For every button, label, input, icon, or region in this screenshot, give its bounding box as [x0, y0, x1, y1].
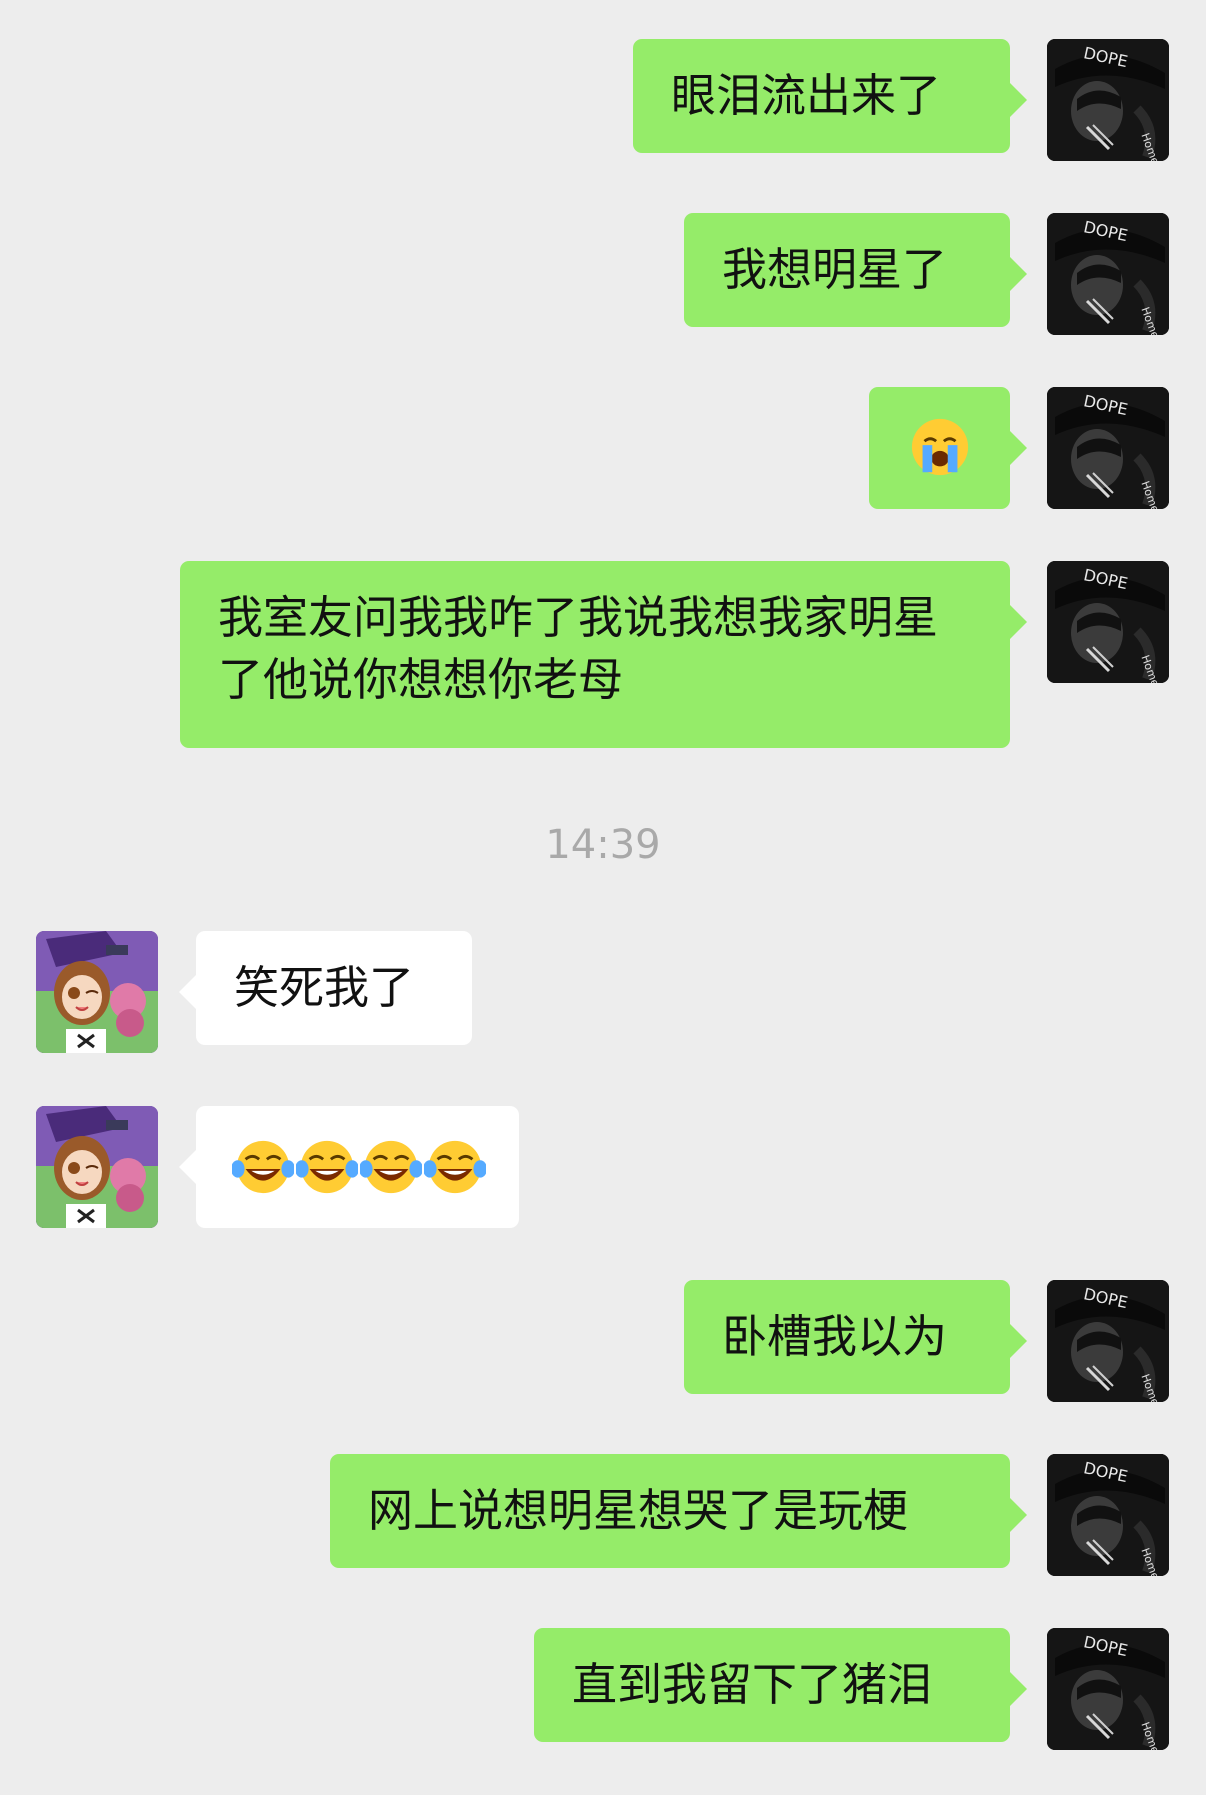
message-bubble-sent[interactable]: 网上说想明星想哭了是玩梗	[330, 1454, 1027, 1568]
tears-of-joy-icon	[232, 1136, 294, 1198]
message-text: 网上说想明星想哭了是玩梗	[368, 1484, 909, 1537]
timestamp: 14:39	[545, 822, 661, 868]
message-text: 直到我留下了猪泪	[572, 1658, 933, 1711]
avatar-image	[36, 931, 158, 1053]
loudly-crying-face-icon	[909, 416, 971, 478]
tears-of-joy-icon	[424, 1136, 486, 1198]
avatar-self[interactable]	[1047, 213, 1169, 335]
emoji-row	[232, 1136, 519, 1198]
message-bubble-sent[interactable]: 我室友问我我咋了我说我想我家明星了他说你想想你老母	[180, 561, 1027, 748]
message-text: 我想明星了	[722, 243, 948, 296]
avatar-image	[1047, 39, 1169, 161]
avatar-contact[interactable]	[36, 931, 158, 1053]
message-text: 卧槽我以为	[722, 1310, 948, 1363]
message-text: 我室友问我我咋了我说我想我家明星了他说你想想你老母	[218, 591, 939, 706]
avatar-image	[1047, 561, 1169, 683]
avatar-image	[1047, 1454, 1169, 1576]
avatar-self[interactable]	[1047, 1628, 1169, 1750]
avatar-image	[36, 1106, 158, 1228]
message-bubble-sent[interactable]: 卧槽我以为	[684, 1280, 1027, 1394]
avatar-self[interactable]	[1047, 39, 1169, 161]
message-bubble-sent[interactable]	[869, 387, 1027, 509]
avatar-contact[interactable]	[36, 1106, 158, 1228]
avatar-image	[1047, 213, 1169, 335]
message-bubble-sent[interactable]: 眼泪流出来了	[633, 39, 1027, 153]
avatar-self[interactable]	[1047, 387, 1169, 509]
avatar-self[interactable]	[1047, 561, 1169, 683]
message-bubble-received[interactable]: 笑死我了	[179, 931, 472, 1045]
avatar-image	[1047, 1280, 1169, 1402]
avatar-image	[1047, 1628, 1169, 1750]
avatar-self[interactable]	[1047, 1454, 1169, 1576]
tears-of-joy-icon	[296, 1136, 358, 1198]
message-bubble-received[interactable]	[179, 1106, 519, 1228]
message-bubble-sent[interactable]: 我想明星了	[684, 213, 1027, 327]
avatar-self[interactable]	[1047, 1280, 1169, 1402]
message-text: 笑死我了	[234, 961, 415, 1014]
avatar-image	[1047, 387, 1169, 509]
tears-of-joy-icon	[360, 1136, 422, 1198]
message-text: 眼泪流出来了	[671, 69, 942, 122]
message-bubble-sent[interactable]: 直到我留下了猪泪	[534, 1628, 1027, 1742]
